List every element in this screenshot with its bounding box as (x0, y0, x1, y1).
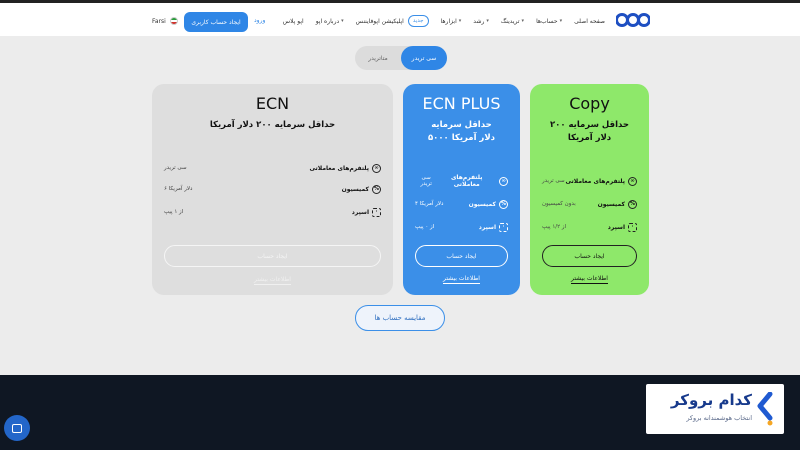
chevron-down-icon: ▾ (458, 18, 462, 24)
card-row-commission: ۴ دلار آمریکا کمیسیون% (415, 199, 508, 209)
create-account-button[interactable]: ایجاد حساب (164, 245, 381, 267)
more-info-link[interactable]: اطلاعات بیشتر (530, 275, 649, 284)
card-row-platform: سی تریدر پلتفرم‌های معاملاتی ∞ (164, 161, 381, 175)
percent-icon: % (628, 199, 637, 209)
compare-accounts-button[interactable]: مقایسه حساب ها (355, 305, 445, 331)
account-card-ecn: ECN حداقل سرمایه ۲۰۰ دلار آمریکا سی ترید… (152, 84, 393, 295)
chevron-down-icon: ▾ (521, 18, 525, 24)
card-title: Copy (569, 94, 610, 113)
create-account-button[interactable]: ایجاد حساب (542, 245, 637, 267)
spread-icon: · (499, 222, 508, 232)
chevron-down-icon: ▾ (486, 18, 489, 24)
card-subtitle: حداقل سرمایه ۲۰۰ دلار آمریکا (549, 120, 630, 143)
login-link[interactable]: ورود (254, 17, 265, 24)
card-subtitle: حداقل سرمایه ۲۰۰ دلار آمریکا (209, 120, 336, 130)
nav-item-app[interactable]: اپلیکیشن اپوفایننس جدید (356, 15, 429, 27)
iran-flag-icon (169, 17, 178, 25)
opo-logo-icon[interactable] (616, 11, 650, 29)
spread-icon: · (372, 207, 381, 217)
card-row-spread: از ۱/۲ پیپ اسپرد · (542, 220, 637, 234)
chevron-down-icon: ▾ (341, 18, 344, 24)
card-title: ECN (255, 94, 290, 113)
link-icon: ∞ (499, 176, 508, 186)
card-subtitle: حداقل سرمایه ۵۰۰۰ دلار آمریکا (427, 120, 496, 143)
link-icon: ∞ (628, 176, 637, 186)
nav-item-growth[interactable]: رشد ▾ (473, 18, 489, 25)
main-nav: صفحه اصلی حساب‌ها ▾ تریدینگ ▾ رشد ▾ ابزارها… (283, 11, 605, 31)
spread-icon: · (628, 222, 637, 232)
chevron-down-icon: ▾ (559, 18, 563, 24)
card-row-commission: ۶ دلار آمریکا کمیسیون% (164, 184, 381, 194)
nav-item-about[interactable]: درباره اپو ▾ (316, 18, 344, 25)
nav-item-tools[interactable]: ابزارها ▾ (441, 18, 462, 25)
percent-icon: % (499, 199, 508, 209)
watermark-name: کدام بروکر (670, 391, 752, 409)
nav-item-accounts[interactable]: حساب‌ها ▾ (536, 18, 562, 25)
toggle-ctrader[interactable]: سی تریدر (401, 46, 447, 70)
platform-toggle: متاتریدر سی تریدر (355, 46, 447, 70)
kodambroker-watermark: کدام بروکر انتخاب هوشمندانه بروکر (646, 384, 784, 434)
nav-item-home[interactable]: صفحه اصلی (574, 18, 605, 25)
kodambroker-logo-icon (757, 392, 773, 426)
card-row-platform: سی تریدر پلتفرم‌های معاملاتی ∞ (415, 174, 508, 188)
card-row-spread: از ۱ پیپ اسپرد · (164, 205, 381, 219)
card-title: ECN PLUS (422, 94, 501, 113)
language-selector[interactable]: Farsi (152, 17, 178, 25)
percent-icon: % (372, 184, 381, 194)
toggle-metatrader[interactable]: متاتریدر (355, 46, 401, 70)
nav-item-trading[interactable]: تریدینگ ▾ (501, 18, 524, 25)
card-row-commission: بدون کمیسیون کمیسیون% (542, 199, 637, 209)
card-row-platform: سی تریدر پلتفرم‌های معاملاتی ∞ (542, 174, 637, 188)
site-header: صفحه اصلی حساب‌ها ▾ تریدینگ ▾ رشد ▾ ابزارها… (0, 0, 800, 36)
more-info-link[interactable]: اطلاعات بیشتر (403, 275, 520, 284)
account-card-ecn-plus: ECN PLUS حداقل سرمایه ۵۰۰۰ دلار آمریکا س… (403, 84, 520, 295)
card-row-spread: از ۰ پیپ اسپرد · (415, 220, 508, 234)
chat-button[interactable] (4, 415, 30, 441)
more-info-link[interactable]: اطلاعات بیشتر (152, 276, 393, 285)
chat-icon (12, 423, 22, 433)
language-label: Farsi (152, 17, 166, 25)
create-account-button[interactable]: ایجاد حساب (415, 245, 508, 267)
watermark-tagline: انتخاب هوشمندانه بروکر (686, 414, 752, 422)
create-account-button[interactable]: ایجاد حساب کاربری (184, 12, 248, 32)
link-icon: ∞ (372, 163, 381, 173)
account-card-copy: Copy حداقل سرمایه ۲۰۰ دلار آمریکا سی تری… (530, 84, 649, 295)
nav-item-opo-plus[interactable]: اپو پلاس (283, 18, 304, 25)
new-badge: جدید (407, 15, 429, 27)
